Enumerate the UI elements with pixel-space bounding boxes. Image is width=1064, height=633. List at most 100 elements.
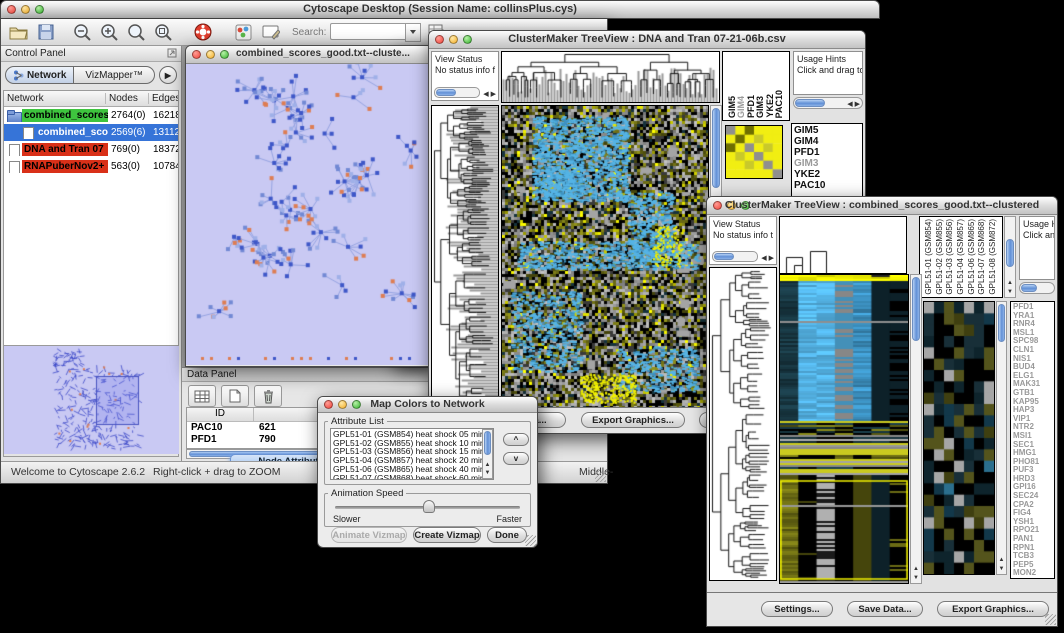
tv1-correlation-matrix[interactable] <box>725 125 783 179</box>
tv2-status-scroll-arrows[interactable]: ◀ ▶ <box>761 254 774 262</box>
tv2-col-label: GPL51-01 (GSM854) <box>925 219 933 295</box>
attribute-list-item[interactable]: GPL51-07 (GSM868) heat shock 60 min <box>333 474 491 480</box>
birdseye-view[interactable] <box>3 345 179 457</box>
network-nodes-count: 563(0) <box>108 161 150 172</box>
tv1-row-label: GIM5 <box>794 125 860 136</box>
tv2-column-labels: GPL51-01 (GSM854)GPL51-02 (GSM855)GPL51-… <box>919 216 1003 298</box>
search-input[interactable] <box>330 23 421 42</box>
tv1-heatmap[interactable] <box>501 105 709 408</box>
tv2-col-label: GPL51-06 (GSM865) <box>968 219 976 295</box>
network-name: combined_scores <box>22 109 108 122</box>
network-edges-count: 16218(0) <box>150 110 178 121</box>
tv1-status-scroll-arrows[interactable]: ◀ ▶ <box>483 90 496 98</box>
zoom-fit-icon[interactable] <box>125 21 148 43</box>
attribute-list-scrollbar[interactable]: ▲ ▼ <box>482 429 493 479</box>
network-name: DNA and Tran 07 <box>22 143 108 156</box>
attr-col-id: ID <box>187 408 254 421</box>
tv1-column-dendrogram[interactable] <box>501 51 720 103</box>
network-window-1-title: combined_scores_good.txt--cluste... <box>236 48 432 59</box>
attribute-list[interactable]: GPL51-01 (GSM854) heat shock 05 minGPL51… <box>330 428 494 480</box>
tv1-column-labels: GIM5GIM4PFD1GIM3YKE2PAC10 <box>722 51 790 121</box>
treeview1-titlebar[interactable]: ClusterMaker TreeView : DNA and Tran 07-… <box>429 31 865 49</box>
tv1-usage-scrollbar[interactable]: ◀ ▶ <box>793 97 863 109</box>
network-edges-count: 107847(0) <box>150 161 178 172</box>
network-canvas-1[interactable] <box>186 64 430 365</box>
move-down-button[interactable]: v <box>503 452 529 465</box>
dialog-titlebar[interactable]: Map Colors to Network <box>318 397 537 413</box>
network-table-body: combined_scores 2764(0) 16218(0) combine… <box>4 107 178 175</box>
save-icon[interactable] <box>34 21 57 43</box>
network-table-row[interactable]: combined_scores 2764(0) 16218(0) <box>4 107 178 124</box>
network-table-row[interactable]: DNA and Tran 07 769(0) 183728(0) <box>4 141 178 158</box>
network-tab-icon <box>13 70 24 81</box>
tv2-save-data-button[interactable]: Save Data... <box>847 601 923 617</box>
tv2-labels-vscrollbar[interactable]: ▲ ▼ <box>1004 216 1016 298</box>
tv2-heatmap-vscrollbar[interactable]: ▲ ▼ <box>910 274 922 584</box>
tv1-view-status: View StatusNo status info f ◀ ▶ <box>431 51 499 101</box>
animate-vizmap-button[interactable]: Animate Vizmap <box>331 527 407 543</box>
status-welcome: Welcome to Cytoscape 2.6.2 <box>11 466 145 478</box>
tv1-col-label: PAC10 <box>775 90 784 118</box>
tv2-resize-grip[interactable] <box>1045 614 1056 625</box>
tv1-usage-scroll-arrows: ◀ ▶ <box>847 100 860 108</box>
done-button[interactable]: Done <box>487 527 527 543</box>
tv2-heatmap[interactable] <box>779 274 909 584</box>
network-table-header: Network Nodes Edges <box>4 91 178 107</box>
tv2-usage-hints: Usage HiClick and <box>1019 216 1055 280</box>
tab-network[interactable]: Network <box>5 66 74 84</box>
tv1-export-graphics-button[interactable]: Export Graphics... <box>581 412 685 428</box>
tv2-usage-scrollbar[interactable] <box>1019 282 1055 294</box>
delete-attribute-icon[interactable] <box>254 385 282 407</box>
tv2-status-scrollbar[interactable] <box>712 251 758 262</box>
tv2-detail-vscrollbar[interactable]: ▲ ▼ <box>996 301 1007 575</box>
network-item-icon <box>6 161 22 173</box>
create-vizmap-button[interactable]: Create Vizmap <box>413 527 481 543</box>
network-item-icon <box>6 110 22 122</box>
select-attributes-icon[interactable] <box>188 385 216 407</box>
network-table-row[interactable]: RNAPuberNov2+ 563(0) 107847(0) <box>4 158 178 175</box>
annotation-icon[interactable] <box>259 21 282 43</box>
move-up-button[interactable]: ^ <box>503 433 529 446</box>
tv1-status-scrollbar[interactable] <box>434 87 480 98</box>
tv2-detail-heatmap[interactable] <box>923 301 995 575</box>
network-window-1[interactable]: combined_scores_good.txt--cluste... <box>185 45 433 367</box>
zoom-selected-icon[interactable] <box>152 21 175 43</box>
slower-label: Slower <box>333 514 361 524</box>
network-nodes-count: 2764(0) <box>108 110 150 121</box>
tv1-row-label: GIM3 <box>794 158 860 169</box>
tv2-gene-list[interactable]: PFD1YRA1RNR4MSL1SPC98CLN1NIS1BUD4ELG1MAK… <box>1010 301 1055 579</box>
tv2-settings-button[interactable]: Settings... <box>761 601 833 617</box>
vizmap-nodes-icon[interactable] <box>232 21 255 43</box>
main-resize-grip[interactable] <box>595 471 606 482</box>
treeview2-titlebar[interactable]: ClusterMaker TreeView : combined_scores_… <box>707 197 1057 215</box>
help-lifering-icon[interactable] <box>191 21 214 43</box>
tv2-row-dendrogram[interactable] <box>709 267 777 581</box>
open-file-icon[interactable] <box>7 21 30 43</box>
tv2-col-label: GPL51-03 (GSM856) <box>946 219 954 295</box>
tv1-row-dendrogram[interactable] <box>431 105 499 408</box>
map-colors-dialog[interactable]: Map Colors to Network Attribute List GPL… <box>317 396 538 548</box>
tab-overflow-button[interactable]: ▶ <box>159 66 177 84</box>
new-attribute-icon[interactable] <box>221 385 249 407</box>
close-icon[interactable] <box>192 50 201 59</box>
zoom-window-icon[interactable] <box>220 50 229 59</box>
tv2-button-bar: Settings... Save Data... Export Graphics… <box>707 592 1057 626</box>
control-panel-title: Control Panel <box>5 48 66 59</box>
main-window-titlebar[interactable]: Cytoscape Desktop (Session Name: collins… <box>0 0 880 19</box>
network-table-row[interactable]: combined_sco 2569(6) 13112(15) <box>4 124 178 141</box>
zoom-in-icon[interactable] <box>98 21 121 43</box>
treeview2-window[interactable]: ClusterMaker TreeView : combined_scores_… <box>706 196 1058 627</box>
minimize-icon[interactable] <box>206 50 215 59</box>
tv2-column-dendrogram[interactable] <box>779 216 907 274</box>
tab-vizmapper[interactable]: VizMapper™ <box>74 66 155 84</box>
animation-speed-label: Animation Speed <box>328 488 406 499</box>
tv2-export-graphics-button[interactable]: Export Graphics... <box>937 601 1049 617</box>
tv1-col-label: GIM3 <box>756 96 765 118</box>
search-dropdown-icon[interactable] <box>405 23 421 42</box>
float-panel-icon[interactable] <box>167 45 177 63</box>
speed-slider-thumb[interactable] <box>423 500 435 513</box>
dialog-resize-grip[interactable] <box>525 535 536 546</box>
zoom-out-icon[interactable] <box>71 21 94 43</box>
network-item-icon <box>20 127 36 139</box>
network-window-1-titlebar[interactable]: combined_scores_good.txt--cluste... <box>186 46 432 64</box>
